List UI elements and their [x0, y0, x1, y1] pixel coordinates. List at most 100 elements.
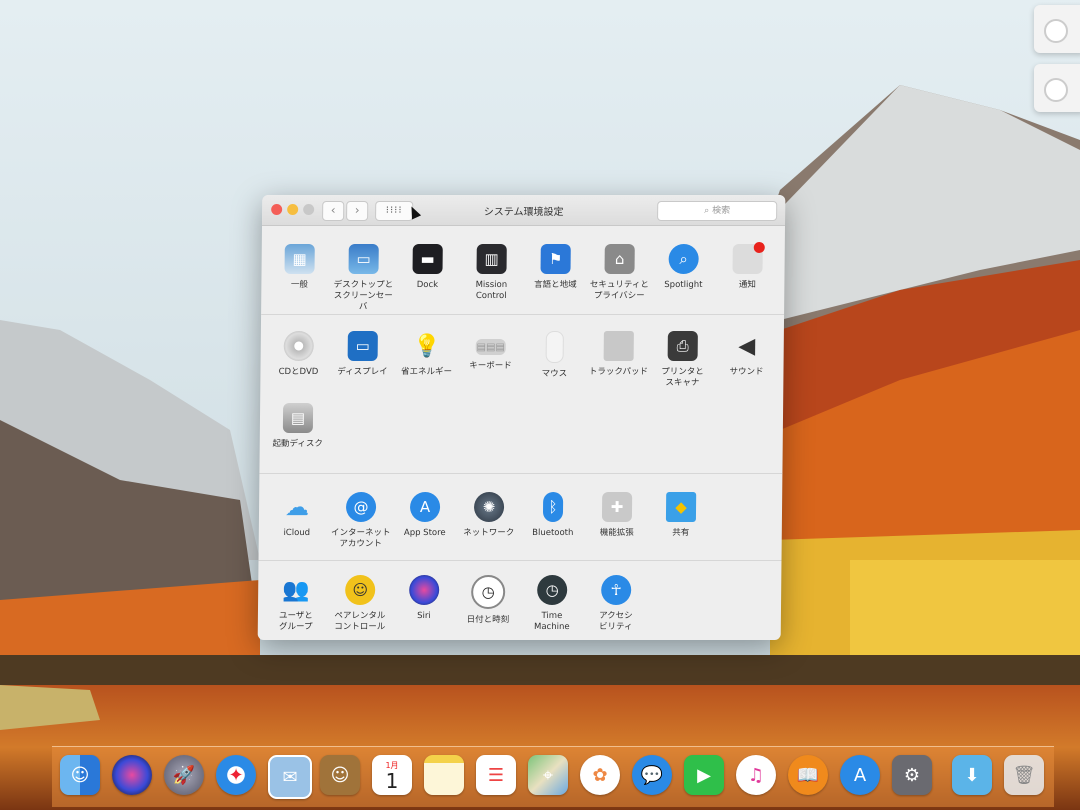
title-bar: ‹ › ⁝⁝⁝⁝ システム環境設定 ⌕ 検索 — [262, 195, 786, 226]
security-icon: ⌂ — [604, 244, 635, 274]
pref-label: Mission Control — [475, 280, 508, 301]
calendar-alarm-icon — [1044, 78, 1068, 102]
trackpad-icon — [603, 331, 634, 361]
general-icon: ▦ — [284, 244, 315, 274]
network-icon: ✺ — [473, 492, 505, 522]
launchpad-icon[interactable]: 🚀 — [164, 755, 204, 795]
pref-time-machine[interactable]: ◷ Time Machine — [520, 575, 585, 633]
facetime-icon[interactable]: ▶ — [684, 755, 724, 795]
pref-label: 通知 — [738, 280, 756, 290]
pref-desktop-screensaver[interactable]: ▭ デスクトップと スクリーンセーバ — [331, 244, 396, 313]
itunes-icon[interactable]: ♫ — [736, 755, 776, 795]
pref-network[interactable]: ✺ ネットワーク — [457, 492, 521, 539]
pref-printers-scanners[interactable]: ⎙ プリンタと スキャナ — [650, 331, 715, 389]
pref-label: サウンド — [729, 367, 764, 377]
pref-spotlight[interactable]: ⌕ Spotlight — [651, 244, 715, 291]
pref-general[interactable]: ▦ 一般 — [267, 244, 331, 291]
pref-startup-disk[interactable]: ▤ 起動ディスク — [266, 403, 330, 450]
pref-security-privacy[interactable]: ⌂ セキュリティと プライバシー — [587, 244, 652, 302]
calendar-icon[interactable]: 1月 1 — [372, 755, 412, 795]
time-machine-icon: ◷ — [537, 575, 568, 605]
sound-icon: ◀ — [738, 333, 756, 359]
sharing-icon: ◆ — [665, 492, 697, 522]
contacts-icon[interactable]: ☺ — [320, 755, 360, 795]
pref-notifications[interactable]: 通知 — [715, 242, 779, 291]
pref-icloud[interactable]: ☁ iCloud — [265, 492, 329, 539]
energy-icon: 💡 — [412, 333, 441, 359]
pref-label: デスクトップと スクリーンセーバ — [333, 280, 394, 312]
personal-section: ▦ 一般 ▭ デスクトップと スクリーンセーバ ▬ Dock ▥ Mission C… — [261, 226, 786, 315]
photos-icon[interactable]: ✿ — [580, 755, 620, 795]
pref-label: 共有 — [672, 528, 690, 538]
mail-icon[interactable]: ✉ — [268, 755, 312, 799]
system-preferences-icon[interactable]: ⚙ — [892, 755, 932, 795]
pref-label: 起動ディスク — [272, 439, 323, 449]
maps-icon[interactable]: ⌖ — [528, 755, 568, 795]
notification-banner[interactable] — [1034, 5, 1080, 53]
keyboard-icon: ▤▤▤ — [475, 339, 506, 355]
notifications-icon — [732, 242, 765, 274]
pref-keyboard[interactable]: ▤▤▤ キーボード — [458, 331, 522, 372]
pref-energy-saver[interactable]: 💡 省エネルギー — [394, 331, 458, 378]
system-section: 👥 ユーザと グループ ☺ ペアレンタル コントロール Siri ◷ 日付と時刻 ◷… — [258, 561, 782, 640]
finder-icon[interactable]: ☺ — [60, 755, 100, 795]
pref-label: プリンタと スキャナ — [661, 367, 704, 388]
pref-dock[interactable]: ▬ Dock — [395, 244, 459, 291]
pref-users-groups[interactable]: 👥 ユーザと グループ — [264, 575, 329, 633]
safari-icon[interactable]: ✦ — [216, 755, 256, 795]
pref-label: 言語と地域 — [534, 280, 577, 290]
pref-mouse[interactable]: マウス — [522, 331, 587, 380]
spotlight-icon: ⌕ — [668, 244, 699, 274]
pref-label: Time Machine — [533, 611, 570, 632]
pref-label: ネットワーク — [463, 528, 515, 538]
pref-accessibility[interactable]: ☥ アクセシ ビリティ — [584, 575, 649, 633]
parental-icon: ☺ — [345, 575, 376, 605]
messages-icon[interactable]: 💬 — [632, 755, 672, 795]
pref-sound[interactable]: ◀ サウンド — [714, 331, 778, 378]
siri-icon[interactable] — [112, 755, 152, 795]
pref-siri[interactable]: Siri — [392, 575, 456, 622]
system-preferences-window: ‹ › ⁝⁝⁝⁝ システム環境設定 ⌕ 検索 ▦ 一般 ▭ デスクトップと スクリ… — [257, 195, 786, 640]
users-icon: 👥 — [282, 577, 311, 603]
pref-label: Siri — [417, 611, 431, 621]
pref-label: ディスプレイ — [337, 367, 388, 377]
pref-label: Dock — [416, 280, 439, 290]
calendar-alarm-icon — [1044, 19, 1068, 43]
pref-label: キーボード — [469, 361, 512, 371]
pref-label: Spotlight — [664, 280, 703, 290]
ibooks-icon[interactable]: 📖 — [788, 755, 828, 795]
pref-label: 省エネルギー — [400, 367, 453, 377]
pref-cd-dvd[interactable]: CDとDVD — [266, 331, 330, 378]
notes-icon[interactable] — [424, 755, 464, 795]
date-time-icon: ◷ — [470, 575, 506, 609]
pref-label: ペアレンタル コントロール — [334, 611, 386, 632]
pref-label: セキュリティと プライバシー — [589, 280, 649, 301]
dock-icon: ▬ — [412, 244, 443, 274]
pref-extensions[interactable]: ✚ 機能拡張 — [585, 492, 649, 539]
cd-dvd-icon — [283, 331, 314, 361]
pref-label: Bluetooth — [532, 528, 574, 538]
pref-label: 一般 — [290, 280, 308, 290]
pref-internet-accounts[interactable]: @ インターネット アカウント — [329, 492, 394, 550]
pref-displays[interactable]: ▭ ディスプレイ — [330, 331, 394, 378]
pref-app-store[interactable]: A App Store — [393, 492, 457, 539]
hardware-section: CDとDVD ▭ ディスプレイ 💡 省エネルギー ▤▤▤ キーボード マウス ト… — [259, 315, 785, 474]
pref-date-time[interactable]: ◷ 日付と時刻 — [456, 575, 521, 626]
pref-bluetooth[interactable]: ᛒ Bluetooth — [521, 492, 585, 539]
pref-parental-controls[interactable]: ☺ ペアレンタル コントロール — [328, 575, 393, 633]
pref-language-region[interactable]: ⚑ 言語と地域 — [523, 244, 587, 291]
icloud-icon: ☁ — [284, 493, 310, 521]
pref-trackpad[interactable]: トラックパッド — [586, 331, 650, 378]
internet-section: ☁ iCloud @ インターネット アカウント A App Store ✺ ネッ… — [258, 474, 783, 561]
pref-mission-control[interactable]: ▥ Mission Control — [459, 244, 524, 302]
language-icon: ⚑ — [540, 244, 571, 274]
downloads-folder-icon[interactable]: ⬇ — [952, 755, 992, 795]
mouse-icon — [545, 331, 564, 363]
reminders-icon[interactable]: ☰ — [476, 755, 516, 795]
app-store-dock-icon[interactable]: A — [840, 755, 880, 795]
notification-banner[interactable] — [1034, 64, 1080, 112]
pref-sharing[interactable]: ◆ 共有 — [649, 492, 713, 539]
search-field[interactable]: ⌕ 検索 — [657, 201, 778, 221]
dock: ☺ 🚀 ✦ ✉ ☺ 1月 1 ☰ ⌖ ✿ 💬 ▶ ♫ 📖 A ⚙ ⬇ 🗑 — [52, 746, 1054, 807]
trash-icon[interactable]: 🗑 — [1004, 755, 1044, 795]
